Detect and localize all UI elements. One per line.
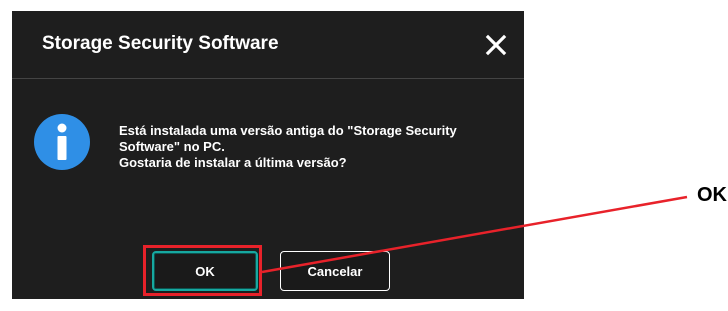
dialog-title: Storage Security Software	[42, 33, 279, 54]
cancel-button[interactable]: Cancelar	[280, 251, 390, 291]
message-line: Gostaria de instalar a última versão?	[119, 155, 347, 170]
message-line: Está instalada uma versão antiga do "Sto…	[119, 123, 457, 138]
message-line: Software" no PC.	[119, 139, 225, 154]
info-icon	[32, 112, 92, 172]
callout-label: OK	[697, 184, 727, 206]
dialog-message: Está instalada uma versão antiga do "Sto…	[119, 123, 499, 171]
message-dialog: Storage Security Software Está instalada…	[12, 11, 524, 299]
ok-button[interactable]: OK	[152, 251, 258, 291]
dialog-titlebar: Storage Security Software	[12, 11, 524, 79]
screenshot-canvas: Storage Security Software Está instalada…	[0, 0, 728, 311]
close-icon[interactable]	[482, 31, 510, 59]
